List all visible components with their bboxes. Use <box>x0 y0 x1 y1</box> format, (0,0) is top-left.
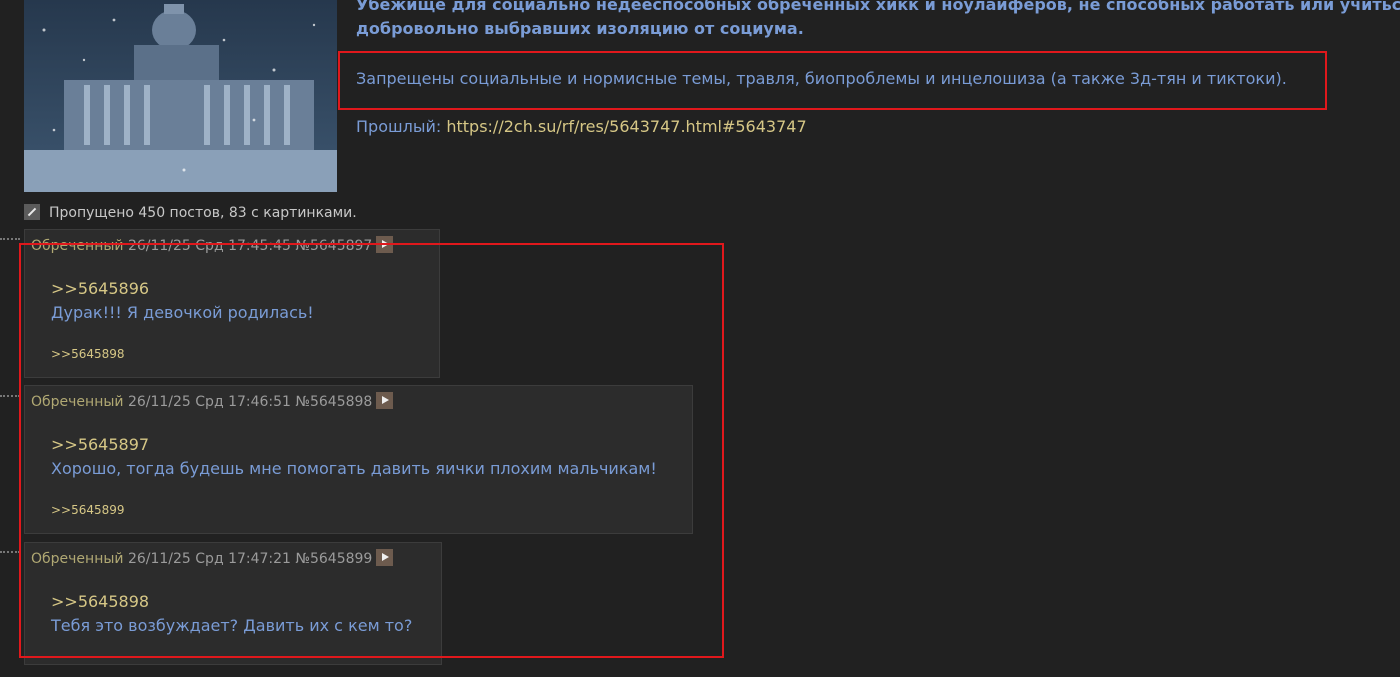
post-message: >>5645897 Хорошо, тогда будешь мне помог… <box>51 433 657 481</box>
poster-name: Обреченный <box>31 394 124 410</box>
skipped-posts-text: Пропущено 450 постов, 83 с картинками. <box>49 205 357 221</box>
post-header: Обреченный 26/11/25 Срд 17:46:51 №564589… <box>31 392 394 411</box>
op-description-line1: Убежище для социально недееспособных обр… <box>356 0 1400 14</box>
post-text: Дурак!!! Я девочкой родилась! <box>51 303 314 322</box>
post-date: 26/11/25 Срд 17:47:21 <box>127 551 291 567</box>
post-number[interactable]: №5645899 <box>295 551 372 567</box>
reply-link[interactable]: >>5645898 <box>51 590 412 614</box>
reply-link[interactable]: >>5645897 <box>51 433 657 457</box>
post-date: 26/11/25 Срд 17:45:45 <box>127 238 291 254</box>
op-thread-image[interactable] <box>24 0 337 192</box>
post-number[interactable]: №5645898 <box>295 394 372 410</box>
post-5645897: Обреченный 26/11/25 Срд 17:45:45 №564589… <box>24 229 440 378</box>
op-rules-text: Запрещены социальные и нормисные темы, т… <box>356 69 1287 88</box>
op-previous-label: Прошлый: <box>356 117 447 136</box>
poster-name: Обреченный <box>31 238 124 254</box>
post-text: Хорошо, тогда будешь мне помогать давить… <box>51 459 657 478</box>
op-previous-thread: Прошлый: https://2ch.su/rf/res/5643747.h… <box>356 116 807 138</box>
post-message: >>5645898 Тебя это возбуждает? Давить их… <box>51 590 412 638</box>
post-text: Тебя это возбуждает? Давить их с кем то? <box>51 616 413 635</box>
skipped-posts-toggle[interactable]: Пропущено 450 постов, 83 с картинками. <box>24 204 357 222</box>
post-indent-dots <box>0 238 20 242</box>
play-icon[interactable] <box>376 236 394 253</box>
post-indent-dots <box>0 395 20 399</box>
post-header: Обреченный 26/11/25 Срд 17:47:21 №564589… <box>31 549 394 568</box>
post-indent-dots <box>0 551 20 555</box>
post-5645899: Обреченный 26/11/25 Срд 17:47:21 №564589… <box>24 542 442 665</box>
poster-name: Обреченный <box>31 551 124 567</box>
post-message: >>5645896 Дурак!!! Я девочкой родилась! <box>51 277 314 325</box>
post-number[interactable]: №5645897 <box>295 238 372 254</box>
post-answers-link[interactable]: >>5645898 <box>51 347 125 361</box>
post-answers-link[interactable]: >>5645899 <box>51 503 125 517</box>
post-header: Обреченный 26/11/25 Срд 17:45:45 №564589… <box>31 236 394 255</box>
op-description-line2: добровольно выбравших изоляцию от социум… <box>356 19 804 38</box>
play-icon[interactable] <box>376 549 394 566</box>
post-5645898: Обреченный 26/11/25 Срд 17:46:51 №564589… <box>24 385 693 534</box>
play-icon[interactable] <box>376 392 394 409</box>
post-date: 26/11/25 Срд 17:46:51 <box>127 394 291 410</box>
reply-link[interactable]: >>5645896 <box>51 277 314 301</box>
op-previous-link[interactable]: https://2ch.su/rf/res/5643747.html#56437… <box>446 117 806 136</box>
expand-icon[interactable] <box>24 204 40 220</box>
